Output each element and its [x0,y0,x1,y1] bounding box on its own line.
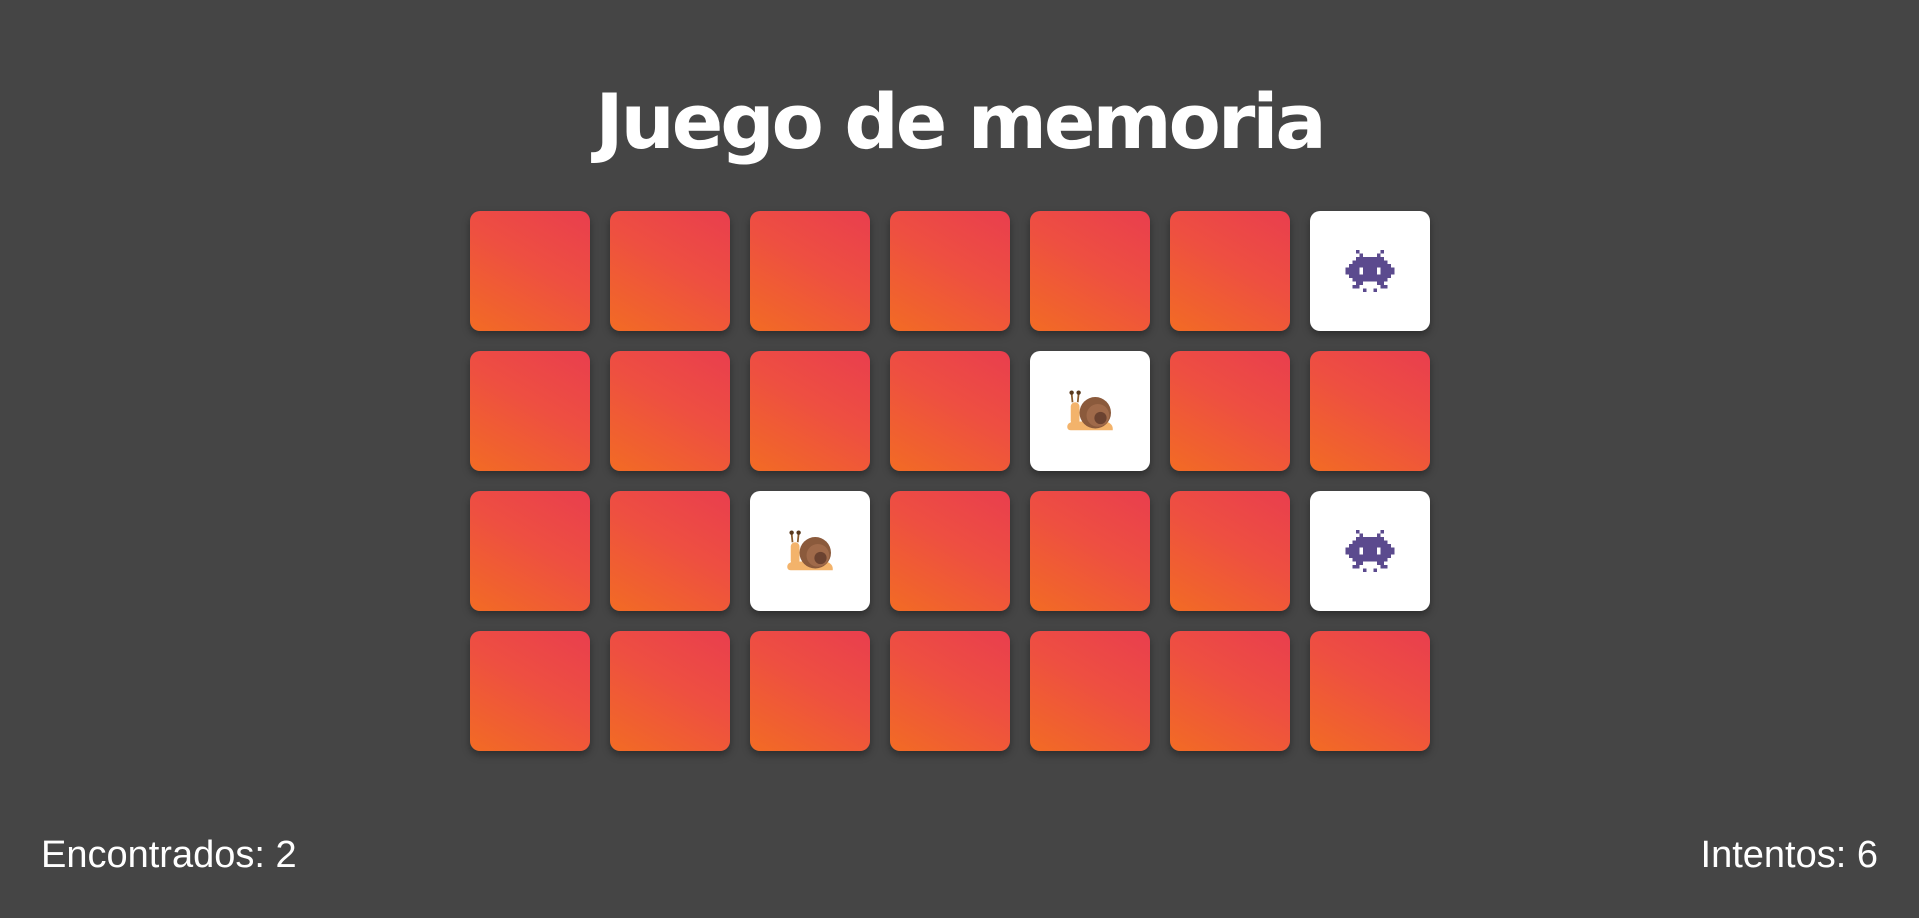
snail-icon [782,523,838,579]
card-hidden[interactable] [1170,631,1290,751]
card-hidden[interactable] [750,631,870,751]
card-hidden[interactable] [890,351,1010,471]
card-hidden[interactable] [890,631,1010,751]
card-hidden[interactable] [610,631,730,751]
card-hidden[interactable] [470,211,590,331]
card-hidden[interactable] [610,211,730,331]
card-hidden[interactable] [750,351,870,471]
card-hidden[interactable] [1310,631,1430,751]
game-page: Juego de memoria Encontrados: 2 Intentos… [0,0,1919,918]
card-revealed[interactable] [1310,211,1430,331]
card-hidden[interactable] [610,491,730,611]
card-hidden[interactable] [1170,211,1290,331]
card-hidden[interactable] [890,211,1010,331]
card-board [470,211,1430,751]
page-title: Juego de memoria [595,77,1326,166]
card-hidden[interactable] [750,211,870,331]
card-revealed[interactable] [750,491,870,611]
card-hidden[interactable] [470,631,590,751]
card-hidden[interactable] [890,491,1010,611]
card-hidden[interactable] [470,491,590,611]
card-hidden[interactable] [1310,351,1430,471]
card-hidden[interactable] [1030,491,1150,611]
card-revealed[interactable] [1310,491,1430,611]
card-hidden[interactable] [470,351,590,471]
alien-monster-icon [1342,523,1398,579]
attempts-counter: Intentos: 6 [1700,834,1878,876]
alien-monster-icon [1342,243,1398,299]
snail-icon [1062,383,1118,439]
found-counter: Encontrados: 2 [41,834,297,876]
card-hidden[interactable] [610,351,730,471]
card-revealed[interactable] [1030,351,1150,471]
card-hidden[interactable] [1170,351,1290,471]
card-hidden[interactable] [1030,211,1150,331]
card-hidden[interactable] [1030,631,1150,751]
card-hidden[interactable] [1170,491,1290,611]
